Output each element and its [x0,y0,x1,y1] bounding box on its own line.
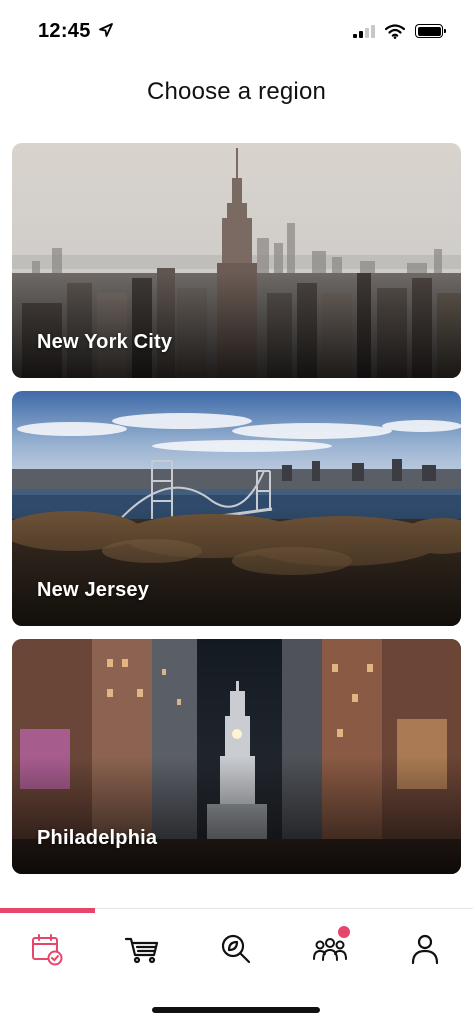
status-time: 12:45 [38,20,91,42]
status-icons [353,22,446,40]
search-leaf-icon [221,934,251,964]
tab-calendar[interactable] [27,929,67,969]
region-card-new-jersey[interactable]: New Jersey [12,391,461,626]
tab-search[interactable] [216,929,256,969]
bottom-tab-bar [0,908,473,988]
region-card-new-york-city[interactable]: New York City [12,143,461,378]
battery-icon [415,24,446,38]
status-bar: 12:45 [0,0,473,60]
location-arrow-icon [99,23,113,37]
cart-icon [124,937,159,964]
wifi-icon [385,23,405,39]
profile-icon [411,934,439,965]
notification-badge [338,926,350,938]
home-indicator [152,1007,320,1013]
cellular-signal-icon [353,24,375,38]
active-tab-indicator [0,908,95,913]
region-card-philadelphia[interactable]: Philadelphia [12,639,461,874]
region-label: New York City [37,331,173,353]
tab-profile[interactable] [405,929,445,969]
tab-cart[interactable] [122,929,162,969]
region-label: Philadelphia [37,827,158,849]
tab-community[interactable] [310,926,350,969]
calendar-check-icon [32,934,63,966]
region-label: New Jersey [37,579,150,601]
page-title: Choose a region [146,78,327,105]
